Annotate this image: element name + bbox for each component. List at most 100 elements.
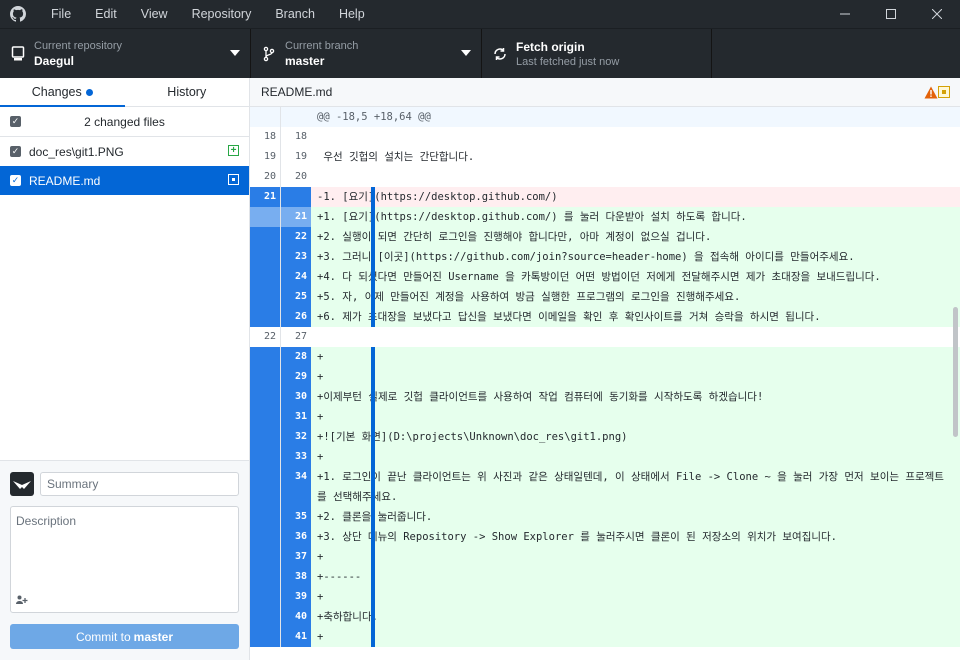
close-window-button[interactable] [914, 0, 960, 28]
menu-help[interactable]: Help [327, 0, 377, 28]
diff-line[interactable]: 21 -1. [요기](https://desktop.github.com/) [250, 187, 960, 207]
new-line-number: 40 [294, 611, 307, 622]
sidebar: Changes History ✓ 2 changed files ✓ doc_… [0, 78, 250, 660]
new-line-number: 25 [294, 291, 307, 302]
current-repository-button[interactable]: Current repository Daegul [0, 29, 251, 78]
tab-history[interactable]: History [125, 78, 250, 106]
new-line-number: 21 [281, 207, 311, 227]
file-checkbox[interactable]: ✓ [10, 146, 21, 157]
changes-indicator-dot [85, 88, 93, 96]
old-line-number [250, 267, 281, 287]
diff-gutter: 21 [250, 207, 311, 227]
new-line-number: 41 [294, 631, 307, 642]
diff-gutter: 36 [250, 527, 311, 547]
new-line-number: 22 [294, 231, 307, 242]
diff-line[interactable]: 29 + [250, 367, 960, 387]
diff-line-content: 우선 깃헙의 설치는 간단합니다. [311, 147, 960, 167]
diff-gutter: 40 [250, 607, 311, 627]
diff-line-content: +3. 그러니 [이곳](https://github.com/join?sou… [311, 247, 960, 267]
diff-line[interactable]: 22 +2. 실행이 되면 간단히 로그인을 진행해야 합니다만, 아마 계정이 … [250, 227, 960, 247]
diff-line-content: + [311, 587, 960, 607]
new-line-number [281, 107, 311, 127]
repository-caption: Current repository [34, 39, 123, 52]
minimize-icon [840, 13, 850, 15]
new-line-number: 32 [294, 431, 307, 442]
diff-line-content: +1. [요기](https://desktop.github.com/) 를 … [311, 207, 960, 227]
diff-line[interactable]: 25 +5. 자, 이제 만들어진 계정을 사용하여 방금 실행한 프로그램의 로… [250, 287, 960, 307]
diff-line[interactable]: 34 +1. 로그인이 끝난 클라이언트는 위 사진과 같은 상태일텐데, 이 상… [250, 467, 960, 507]
changed-file-item-selected[interactable]: ✓ README.md [0, 166, 249, 195]
diff-gutter: 19 19 [250, 147, 311, 167]
diff-line[interactable]: 38 +------ [250, 567, 960, 587]
tab-changes[interactable]: Changes [0, 78, 125, 107]
diff-line-content: +6. 제가 초대장을 보냈다고 답신을 보냈다면 이메일을 확인 후 확인사이… [311, 307, 960, 327]
fetch-status: Last fetched just now [516, 55, 620, 68]
new-line-number: 37 [294, 551, 307, 562]
new-line-number: 19 [294, 151, 307, 162]
diff-gutter: 20 20 [250, 167, 311, 187]
diff-line[interactable]: 39 + [250, 587, 960, 607]
warning-icon[interactable] [924, 86, 938, 102]
maximize-button[interactable] [868, 0, 914, 28]
diff-line[interactable]: 23 +3. 그러니 [이곳](https://github.com/join?s… [250, 247, 960, 267]
diff-line[interactable]: 41 + [250, 627, 960, 647]
diff-line[interactable]: 26 +6. 제가 초대장을 보냈다고 답신을 보냈다면 이메일을 확인 후 확인… [250, 307, 960, 327]
diff-line[interactable]: 33 + [250, 447, 960, 467]
diff-line-content: +2. 클론을 눌러줍니다. [311, 507, 960, 527]
minimize-button[interactable] [822, 0, 868, 28]
tab-history-label: History [167, 85, 207, 99]
menu-edit[interactable]: Edit [83, 0, 129, 28]
diff-gutter: 41 [250, 627, 311, 647]
diff-line[interactable]: 35 +2. 클론을 눌러줍니다. [250, 507, 960, 527]
line-selection-bar [371, 287, 375, 307]
diff-gutter: 34 [250, 467, 311, 507]
diff-gutter: 35 [250, 507, 311, 527]
commit-button[interactable]: Commit to master [10, 624, 239, 649]
old-line-number [250, 407, 281, 427]
menu-file[interactable]: File [39, 0, 83, 28]
description-input[interactable] [11, 507, 238, 587]
diff-gutter: 29 [250, 367, 311, 387]
menu-branch[interactable]: Branch [263, 0, 327, 28]
diff-line-content: +5. 자, 이제 만들어진 계정을 사용하여 방금 실행한 프로그램의 로그인… [311, 287, 960, 307]
summary-input[interactable] [40, 472, 239, 496]
branch-name: master [285, 53, 325, 68]
diff-line[interactable]: 36 +3. 상단 메뉴의 Repository -> Show Explorer… [250, 527, 960, 547]
changed-files-header: ✓ 2 changed files [0, 107, 249, 137]
diff-gutter: 31 [250, 407, 311, 427]
diff-line[interactable]: 37 + [250, 547, 960, 567]
add-coauthor-icon[interactable] [16, 595, 28, 607]
line-selection-bar [371, 527, 375, 547]
new-line-number: 20 [294, 171, 307, 182]
new-line-number: 39 [294, 591, 307, 602]
menu-view[interactable]: View [129, 0, 180, 28]
diff-line[interactable]: 21 +1. [요기](https://desktop.github.com/) … [250, 207, 960, 227]
file-checkbox[interactable]: ✓ [10, 175, 21, 186]
diff-view[interactable]: @@ -18,5 +18,64 @@ 18 18 19 19 우선 깃헙의 설치는 간단… [250, 107, 960, 660]
old-line-number [250, 507, 281, 527]
diff-gutter: 23 [250, 247, 311, 267]
diff-line-content: +이제부턴 실제로 깃헙 클라이언트를 사용하여 작업 컴퓨터에 동기화를 시작… [311, 387, 960, 407]
line-selection-bar [371, 347, 375, 367]
diff-line[interactable]: 24 +4. 다 되셨다면 만들어진 Username 을 카톡방이던 어떤 방법… [250, 267, 960, 287]
current-branch-button[interactable]: Current branch master [251, 29, 482, 78]
close-icon [932, 9, 942, 19]
line-selection-bar [371, 607, 375, 627]
diff-gutter: 30 [250, 387, 311, 407]
diff-line[interactable]: 40 +축하합니다. [250, 607, 960, 627]
diff-line[interactable]: 28 + [250, 347, 960, 367]
diff-line-content: @@ -18,5 +18,64 @@ [311, 107, 960, 127]
scrollbar[interactable] [953, 307, 958, 437]
diff-line[interactable]: 30 +이제부턴 실제로 깃헙 클라이언트를 사용하여 작업 컴퓨터에 동기화를 … [250, 387, 960, 407]
diff-line[interactable]: 31 + [250, 407, 960, 427]
menu-repository[interactable]: Repository [180, 0, 264, 28]
diff-line[interactable]: 32 +![기본 화면](D:\projects\Unknown\doc_res\… [250, 427, 960, 447]
old-line-number [250, 307, 281, 327]
line-selection-bar [371, 627, 375, 647]
changed-files-count: 2 changed files [84, 114, 165, 129]
line-selection-bar [371, 247, 375, 267]
diff-gutter: 21 [250, 187, 311, 207]
changed-file-item[interactable]: ✓ doc_res\git1.PNG + [0, 137, 249, 166]
line-selection-bar [371, 587, 375, 607]
fetch-origin-button[interactable]: Fetch origin Last fetched just now [482, 29, 712, 78]
